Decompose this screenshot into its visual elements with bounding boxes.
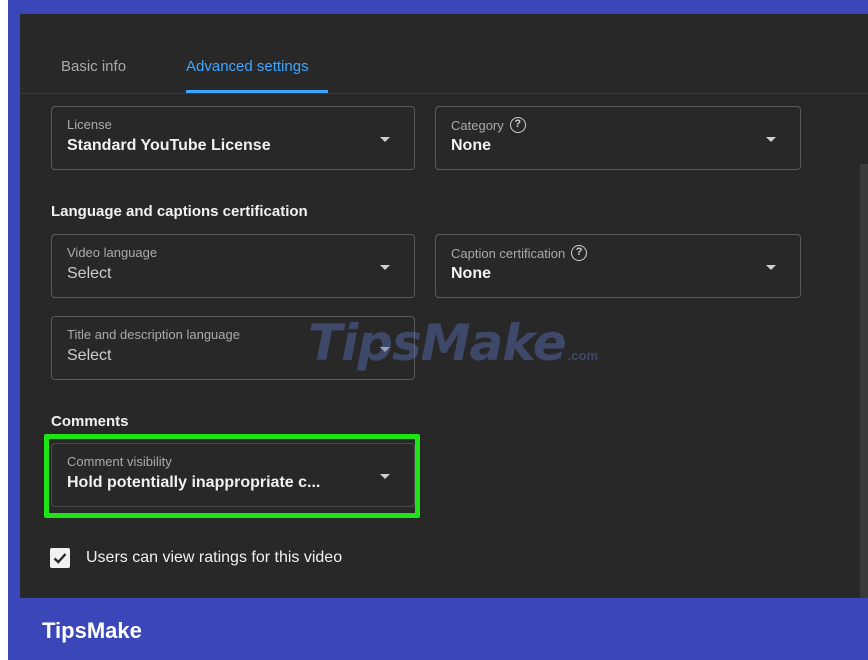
frame-border-top <box>8 0 868 14</box>
question-circle-icon[interactable]: ? <box>571 245 588 261</box>
video-language-select[interactable]: Video language Select <box>51 234 415 298</box>
title-description-language-select[interactable]: Title and description language Select <box>51 316 415 380</box>
ratings-checkbox-row[interactable]: Users can view ratings for this video <box>50 548 342 568</box>
video-language-value: Select <box>67 265 112 282</box>
comments-section-title: Comments <box>51 413 129 430</box>
category-value: None <box>451 137 491 154</box>
caption-certification-value: None <box>451 265 491 282</box>
license-value: Standard YouTube License <box>67 137 271 154</box>
checkmark-icon <box>53 553 67 564</box>
highlight-box <box>44 434 420 518</box>
screenshot-frame: Basic info Advanced settings License Sta… <box>0 0 868 660</box>
language-section-title: Language and captions certification <box>51 203 308 220</box>
tab-advanced-settings[interactable]: Advanced settings <box>186 58 309 75</box>
brand-label: TipsMake <box>42 618 142 643</box>
scrollbar[interactable] <box>860 164 868 598</box>
frame-border-left <box>8 0 20 660</box>
ratings-checkbox-label: Users can view ratings for this video <box>86 549 343 566</box>
watermark-suffix: .com <box>567 348 599 363</box>
title-description-language-label: Title and description language <box>67 327 240 342</box>
category-label: Category <box>451 117 504 133</box>
license-select[interactable]: License Standard YouTube License <box>51 106 415 170</box>
tab-bar: Basic info Advanced settings <box>20 14 868 94</box>
ratings-checkbox[interactable] <box>50 548 70 568</box>
caret-down-icon <box>380 137 390 142</box>
license-label: License <box>67 117 112 132</box>
caret-down-icon <box>766 265 776 270</box>
caption-certification-label: Caption certification <box>451 245 566 261</box>
tab-basic-info[interactable]: Basic info <box>61 58 126 75</box>
question-circle-icon[interactable]: ? <box>509 117 526 133</box>
title-description-language-value: Select <box>67 347 112 364</box>
video-language-label: Video language <box>67 245 158 260</box>
video-details-panel: Basic info Advanced settings License Sta… <box>20 14 868 598</box>
caret-down-icon <box>766 137 776 142</box>
caret-down-icon <box>380 347 390 352</box>
tab-divider <box>20 93 868 94</box>
category-select[interactable]: Category ? None <box>435 106 801 170</box>
caption-certification-select[interactable]: Caption certification ? None <box>435 234 801 298</box>
caret-down-icon <box>380 265 390 270</box>
